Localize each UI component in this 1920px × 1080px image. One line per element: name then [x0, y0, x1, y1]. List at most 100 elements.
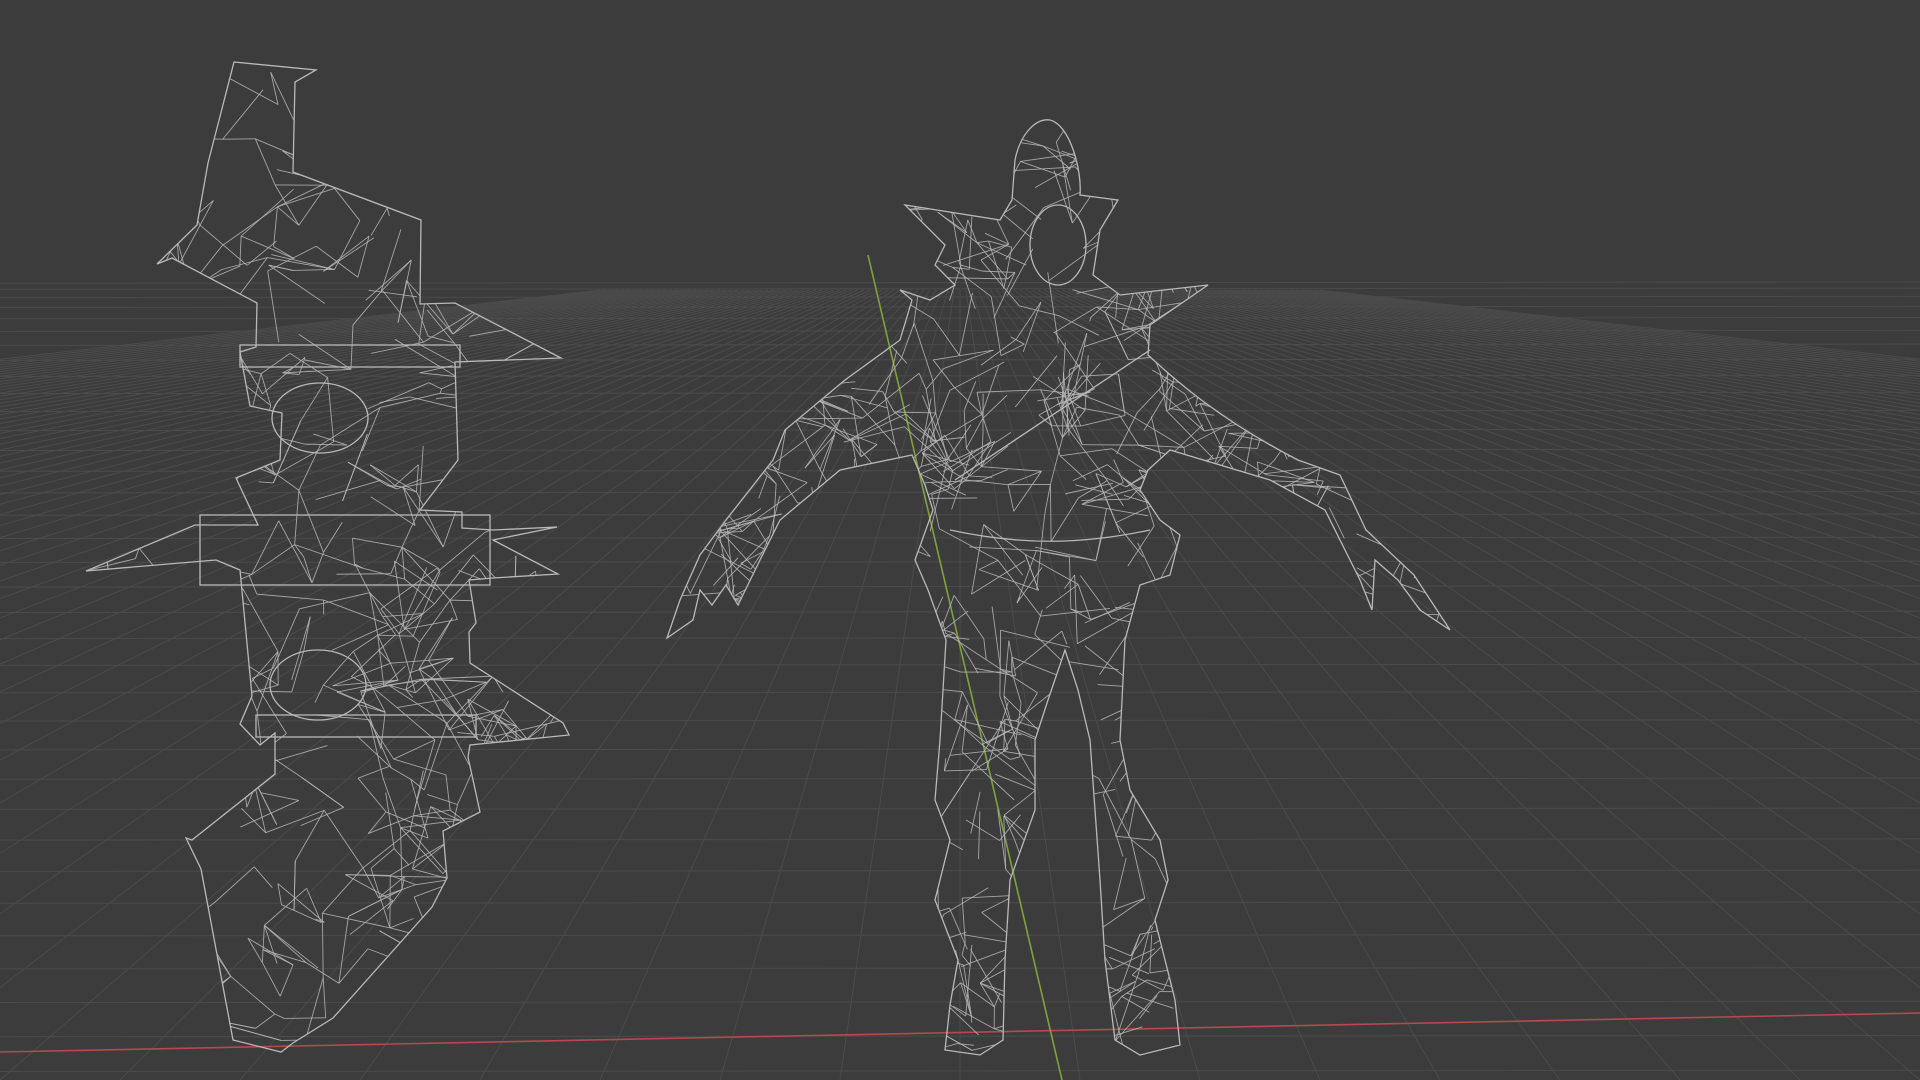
wire-edge: [773, 1031, 800, 1047]
wire-edge: [1411, 820, 1421, 844]
wire-edge: [479, 568, 498, 596]
wire-edge: [1217, 951, 1241, 964]
viewport-scene[interactable]: [0, 0, 1920, 1080]
wire-edge: [1218, 688, 1253, 719]
wire-edge: [1414, 866, 1445, 882]
wire-edge: [1235, 857, 1306, 866]
wire-edge: [1255, 703, 1299, 744]
wire-edge: [1087, 937, 1132, 957]
wire-edge: [705, 816, 764, 825]
wire-edge: [353, 634, 378, 652]
wire-edge: [771, 515, 807, 553]
wire-edge: [1255, 653, 1293, 704]
weapon-wireframe-mesh[interactable]: [80, 61, 571, 1053]
wire-edge: [673, 977, 723, 1017]
wire-edge: [1351, 940, 1390, 984]
character-outline: [665, 119, 1451, 1056]
wire-edge: [550, 1009, 567, 1015]
wire-edge: [1191, 677, 1219, 690]
wire-edge: [1347, 859, 1375, 913]
wire-edge: [1214, 119, 1239, 122]
wire-edge: [1303, 612, 1370, 639]
wire-edge: [833, 729, 867, 762]
grid-line-depth: [1145, 289, 1920, 464]
wire-edge: [919, 644, 931, 677]
wire-edge: [743, 600, 790, 648]
wire-edge: [1184, 488, 1211, 507]
wire-edge: [1206, 305, 1209, 325]
wire-edge: [1260, 844, 1307, 864]
wire-edge: [1292, 653, 1303, 704]
grid-line-depth: [0, 289, 901, 915]
wire-edge: [426, 793, 458, 805]
wire-edge: [508, 191, 545, 219]
wire-edge: [959, 179, 980, 198]
wire-edge: [713, 607, 722, 628]
wire-edge: [891, 146, 938, 178]
wire-edge: [729, 455, 761, 459]
wire-edge: [1437, 809, 1450, 827]
wire-edge: [507, 175, 511, 192]
wire-edge: [476, 240, 480, 245]
wire-edge: [869, 803, 894, 820]
3d-viewport[interactable]: [0, 0, 1920, 1080]
wire-edge: [768, 576, 802, 614]
wire-edge: [1155, 149, 1163, 192]
wire-edge: [102, 624, 137, 674]
wire-edge: [1272, 146, 1305, 185]
wire-edge: [1235, 520, 1251, 583]
wire-edge: [1261, 153, 1301, 203]
wire-edge: [823, 845, 874, 875]
wire-edge: [523, 431, 559, 471]
wire-edge: [1252, 1047, 1306, 1053]
wire-edge: [828, 570, 880, 617]
wire-edge: [1142, 199, 1146, 245]
wire-edge: [468, 912, 477, 934]
wire-edge: [1408, 194, 1411, 226]
wire-edge: [954, 162, 1000, 190]
wire-edge: [1115, 128, 1147, 166]
wire-edge: [1416, 468, 1447, 518]
wire-edge: [1277, 407, 1308, 410]
wire-edge: [801, 815, 870, 829]
wire-edge: [479, 479, 484, 505]
wire-edge: [1195, 229, 1258, 260]
wire-edge: [177, 696, 214, 704]
wire-edge: [1133, 207, 1163, 253]
wire-edge: [116, 62, 122, 70]
wire-edge: [1149, 232, 1155, 237]
wire-edge: [473, 211, 498, 231]
wire-edge: [1006, 954, 1043, 968]
wire-edge: [104, 790, 155, 840]
wire-edge: [403, 161, 416, 181]
wire-edge: [93, 624, 104, 654]
wire-edge: [469, 970, 484, 1004]
grid-line-cross: [0, 305, 1920, 308]
wire-edge: [981, 912, 1022, 945]
grid-line-cross: [0, 317, 1920, 320]
wire-edge: [225, 257, 268, 314]
wire-edge: [1090, 594, 1158, 620]
wire-edge: [1196, 607, 1218, 612]
wire-edge: [277, 206, 300, 226]
wire-edge: [222, 676, 243, 719]
wire-edge: [789, 745, 848, 775]
wire-edge: [1159, 153, 1210, 207]
wire-edge: [788, 936, 811, 992]
grid-line-depth: [1313, 289, 1920, 362]
wire-edge: [1016, 731, 1080, 758]
wire-edge: [1057, 916, 1086, 936]
wire-edge: [170, 562, 194, 588]
wire-edge: [1199, 530, 1262, 551]
wire-edge: [1240, 189, 1295, 224]
wire-edge: [694, 201, 738, 210]
wire-edge: [1185, 612, 1218, 616]
wire-edge: [1181, 925, 1224, 972]
wire-edge: [199, 294, 223, 305]
wire-edge: [1365, 501, 1381, 503]
wire-edge: [1097, 684, 1154, 689]
wire-edge: [1341, 199, 1362, 268]
wire-edge: [270, 72, 279, 105]
weapon-wire-lines: [86, 62, 569, 1052]
wire-edge: [1349, 1051, 1356, 1056]
